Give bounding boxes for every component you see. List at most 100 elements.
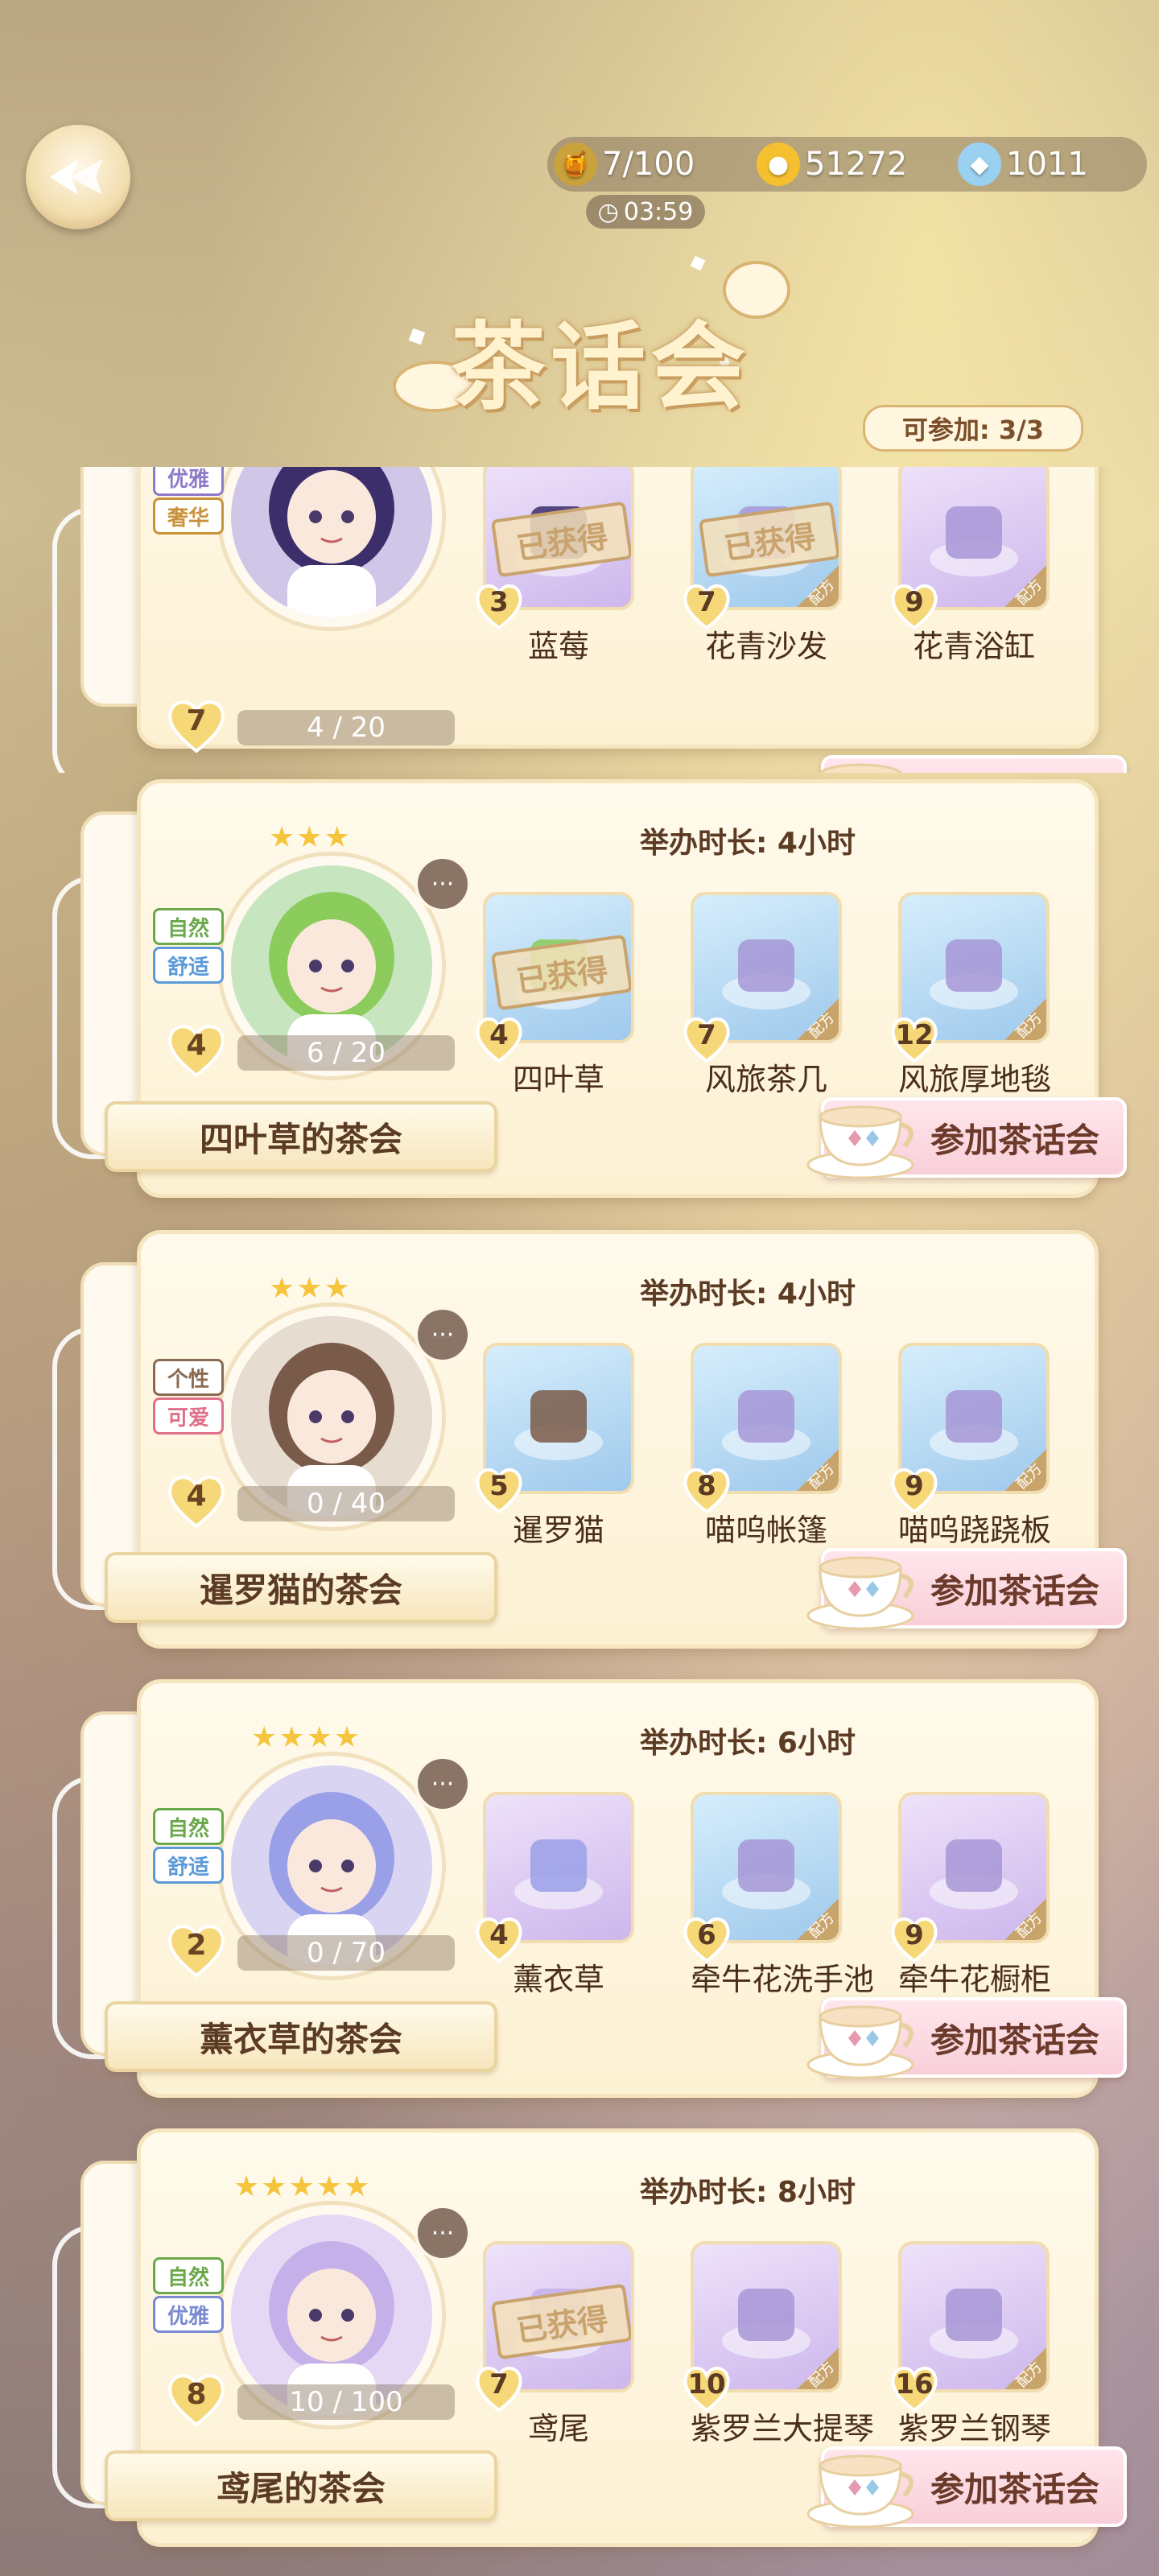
item-count-badge: 7 [681,1013,732,1064]
teacup-icon [806,2005,914,2079]
star-icon: ★ [333,1721,361,1754]
more-options-button[interactable]: ··· [415,1756,471,1812]
join-party-button[interactable]: 参加茶话会 [806,1097,1127,1179]
reward-item[interactable]: 已获得 4 四叶草 [476,892,634,1099]
more-options-button[interactable]: ··· [415,2205,471,2261]
reward-item[interactable]: 配方 9 花青浴缸 [891,467,1050,666]
recipe-badge: 配方 [1004,1449,1046,1491]
favor-level: 2 [165,1921,228,1979]
reward-item[interactable]: 配方 已获得 7 花青沙发 [683,467,842,666]
trait-tag: 舒适 [153,947,224,984]
favor-progress: 4 / 20 [237,710,455,745]
tea-jar-icon: 🍯 [554,142,597,186]
more-options-button[interactable]: ··· [415,1307,471,1363]
host-stars: ★ ★ ★ [269,821,350,854]
reward-item[interactable]: 5 暹罗猫 [476,1343,634,1550]
teacup-icon [806,1105,914,1179]
joinable-count: 可参加: 3/3 [863,405,1083,452]
recipe-badge: 配方 [797,1898,839,1940]
item-count-badge: 7 [681,580,732,631]
star-icon: ★ [233,2170,260,2203]
item-count-badge: 4 [473,1013,525,1064]
tea-party-card: 举办时长: 6小时★★★★ ···自然舒适 20 / 70 4 薰衣 [32,1679,1127,2114]
item-count-badge: 4 [473,1913,525,1964]
hosting-duration: 举办时长: 4小时 [640,827,856,860]
item-count-badge: 9 [889,1463,940,1515]
trait-tag: 舒适 [153,1847,224,1884]
recipe-badge: 配方 [797,2347,839,2389]
diamond-icon: ◆ [958,142,1001,186]
host-stars: ★ ★ ★ ★ [251,1721,360,1754]
reward-item[interactable]: 4 薰衣草 [476,1792,634,1999]
reward-item[interactable]: 配方 7 风旅茶几 [683,892,842,1099]
join-party-button[interactable]: 参加茶话会 [806,2446,1127,2529]
reward-item[interactable]: 配方 9 牵牛花橱柜 [891,1792,1051,1999]
tea-party-card: 举办时长: 4小时★★★ ···个性可爱 40 / 40 5 暹罗猫 [32,1230,1127,1665]
reward-item[interactable]: 已获得 3 蓝莓 [476,467,634,666]
favor-progress: 0 / 70 [237,1935,455,1971]
recipe-badge: 配方 [1004,998,1046,1040]
favor-level: 4 [165,1021,228,1079]
favor-progress: 0 / 40 [237,1486,455,1521]
host-stars: ★ ★ ★ ★ ★ [233,2170,369,2203]
item-count-badge: 9 [889,1913,940,1964]
item-count-badge: 6 [681,1913,732,1964]
favor-level: 4 [165,1472,228,1530]
trait-tag: 奢华 [153,497,224,535]
reward-item[interactable]: 配方 6 牵牛花洗手池 [683,1792,874,1999]
recipe-badge: 配方 [797,1449,839,1491]
item-count-badge: 8 [681,1463,732,1515]
item-count-badge: 5 [473,1463,525,1515]
item-count-badge: 9 [889,580,940,631]
favor-level: 8 [165,2370,228,2428]
party-name: 暹罗猫的茶会 [105,1552,497,1623]
reward-item[interactable]: 已获得 7 鸢尾 [476,2241,634,2448]
star-icon: ★ [344,2170,370,2203]
hosting-duration: 举办时长: 4小时 [640,1278,856,1311]
star-icon: ★ [296,821,323,854]
tea-resource[interactable]: 🍯 7/100 [554,138,695,190]
star-icon: ★ [278,1721,305,1754]
recipe-badge: 配方 [797,565,839,607]
reward-item[interactable]: 配方 16 紫罗兰钢琴 [891,2241,1051,2448]
trait-tag: 自然 [153,1808,224,1845]
reward-item[interactable]: 配方 9 喵呜跷跷板 [891,1343,1051,1550]
favor-level: 7 [165,696,228,754]
item-count-badge: 16 [889,2362,940,2413]
star-icon: ★ [269,1272,295,1305]
item-count-badge: 3 [473,580,525,631]
teacup-icon [806,1556,914,1630]
teacup-icon [806,2454,914,2529]
party-name: 薰衣草的茶会 [105,2001,497,2072]
item-count-badge: 12 [889,1013,940,1064]
party-name: 鸢尾的茶会 [105,2450,497,2521]
back-button[interactable] [26,125,130,229]
item-count-badge: 7 [473,2362,525,2413]
reward-item[interactable]: 配方 12 风旅厚地毯 [891,892,1051,1099]
star-icon: ★ [251,1721,278,1754]
reward-item[interactable]: 配方 10 紫罗兰大提琴 [683,2241,874,2448]
refresh-timer: ◷ 03:59 [586,195,705,229]
recipe-badge: 配方 [1004,565,1046,607]
star-icon: ★ [296,1272,323,1305]
tea-party-card: 举办时长: 8小时 ★ ★ ★ ★ ★ ··· 自然 优雅 8 10 / 100 已获得 7 [32,2128,1127,2563]
star-icon: ★ [306,1721,332,1754]
star-icon: ★ [324,1272,350,1305]
item-count-badge: 10 [681,2362,732,2413]
hosting-duration: 举办时长: 6小时 [640,1727,856,1760]
star-icon: ★ [316,2170,343,2203]
join-party-button[interactable]: 参加茶话会 [806,1997,1127,2079]
trait-tag: 优雅 [153,2296,224,2333]
more-options-button[interactable]: ··· [415,856,471,912]
star-icon: ★ [261,2170,287,2203]
back-arrow-icon [50,159,102,195]
reward-item[interactable]: 配方 8 喵呜帐篷 [683,1343,842,1550]
coin-resource[interactable]: ● 51272 [757,138,907,190]
tea-party-card: 举办时长: 4小时★★★ ···自然舒适 46 / 20 已获得 4 [32,779,1127,1214]
recipe-badge: 配方 [1004,1898,1046,1940]
join-party-button[interactable]: 参加茶话会 [806,1548,1127,1630]
host-stars: ★ ★ ★ [269,1272,350,1305]
tea-party-card: 优雅 奢华 74 / 20 已获得 3 蓝莓 配方 已获得 7 花青沙发 配方 … [32,467,1127,773]
trait-tag: 自然 [153,908,224,945]
diamond-resource[interactable]: ◆ 1011 [958,138,1088,190]
